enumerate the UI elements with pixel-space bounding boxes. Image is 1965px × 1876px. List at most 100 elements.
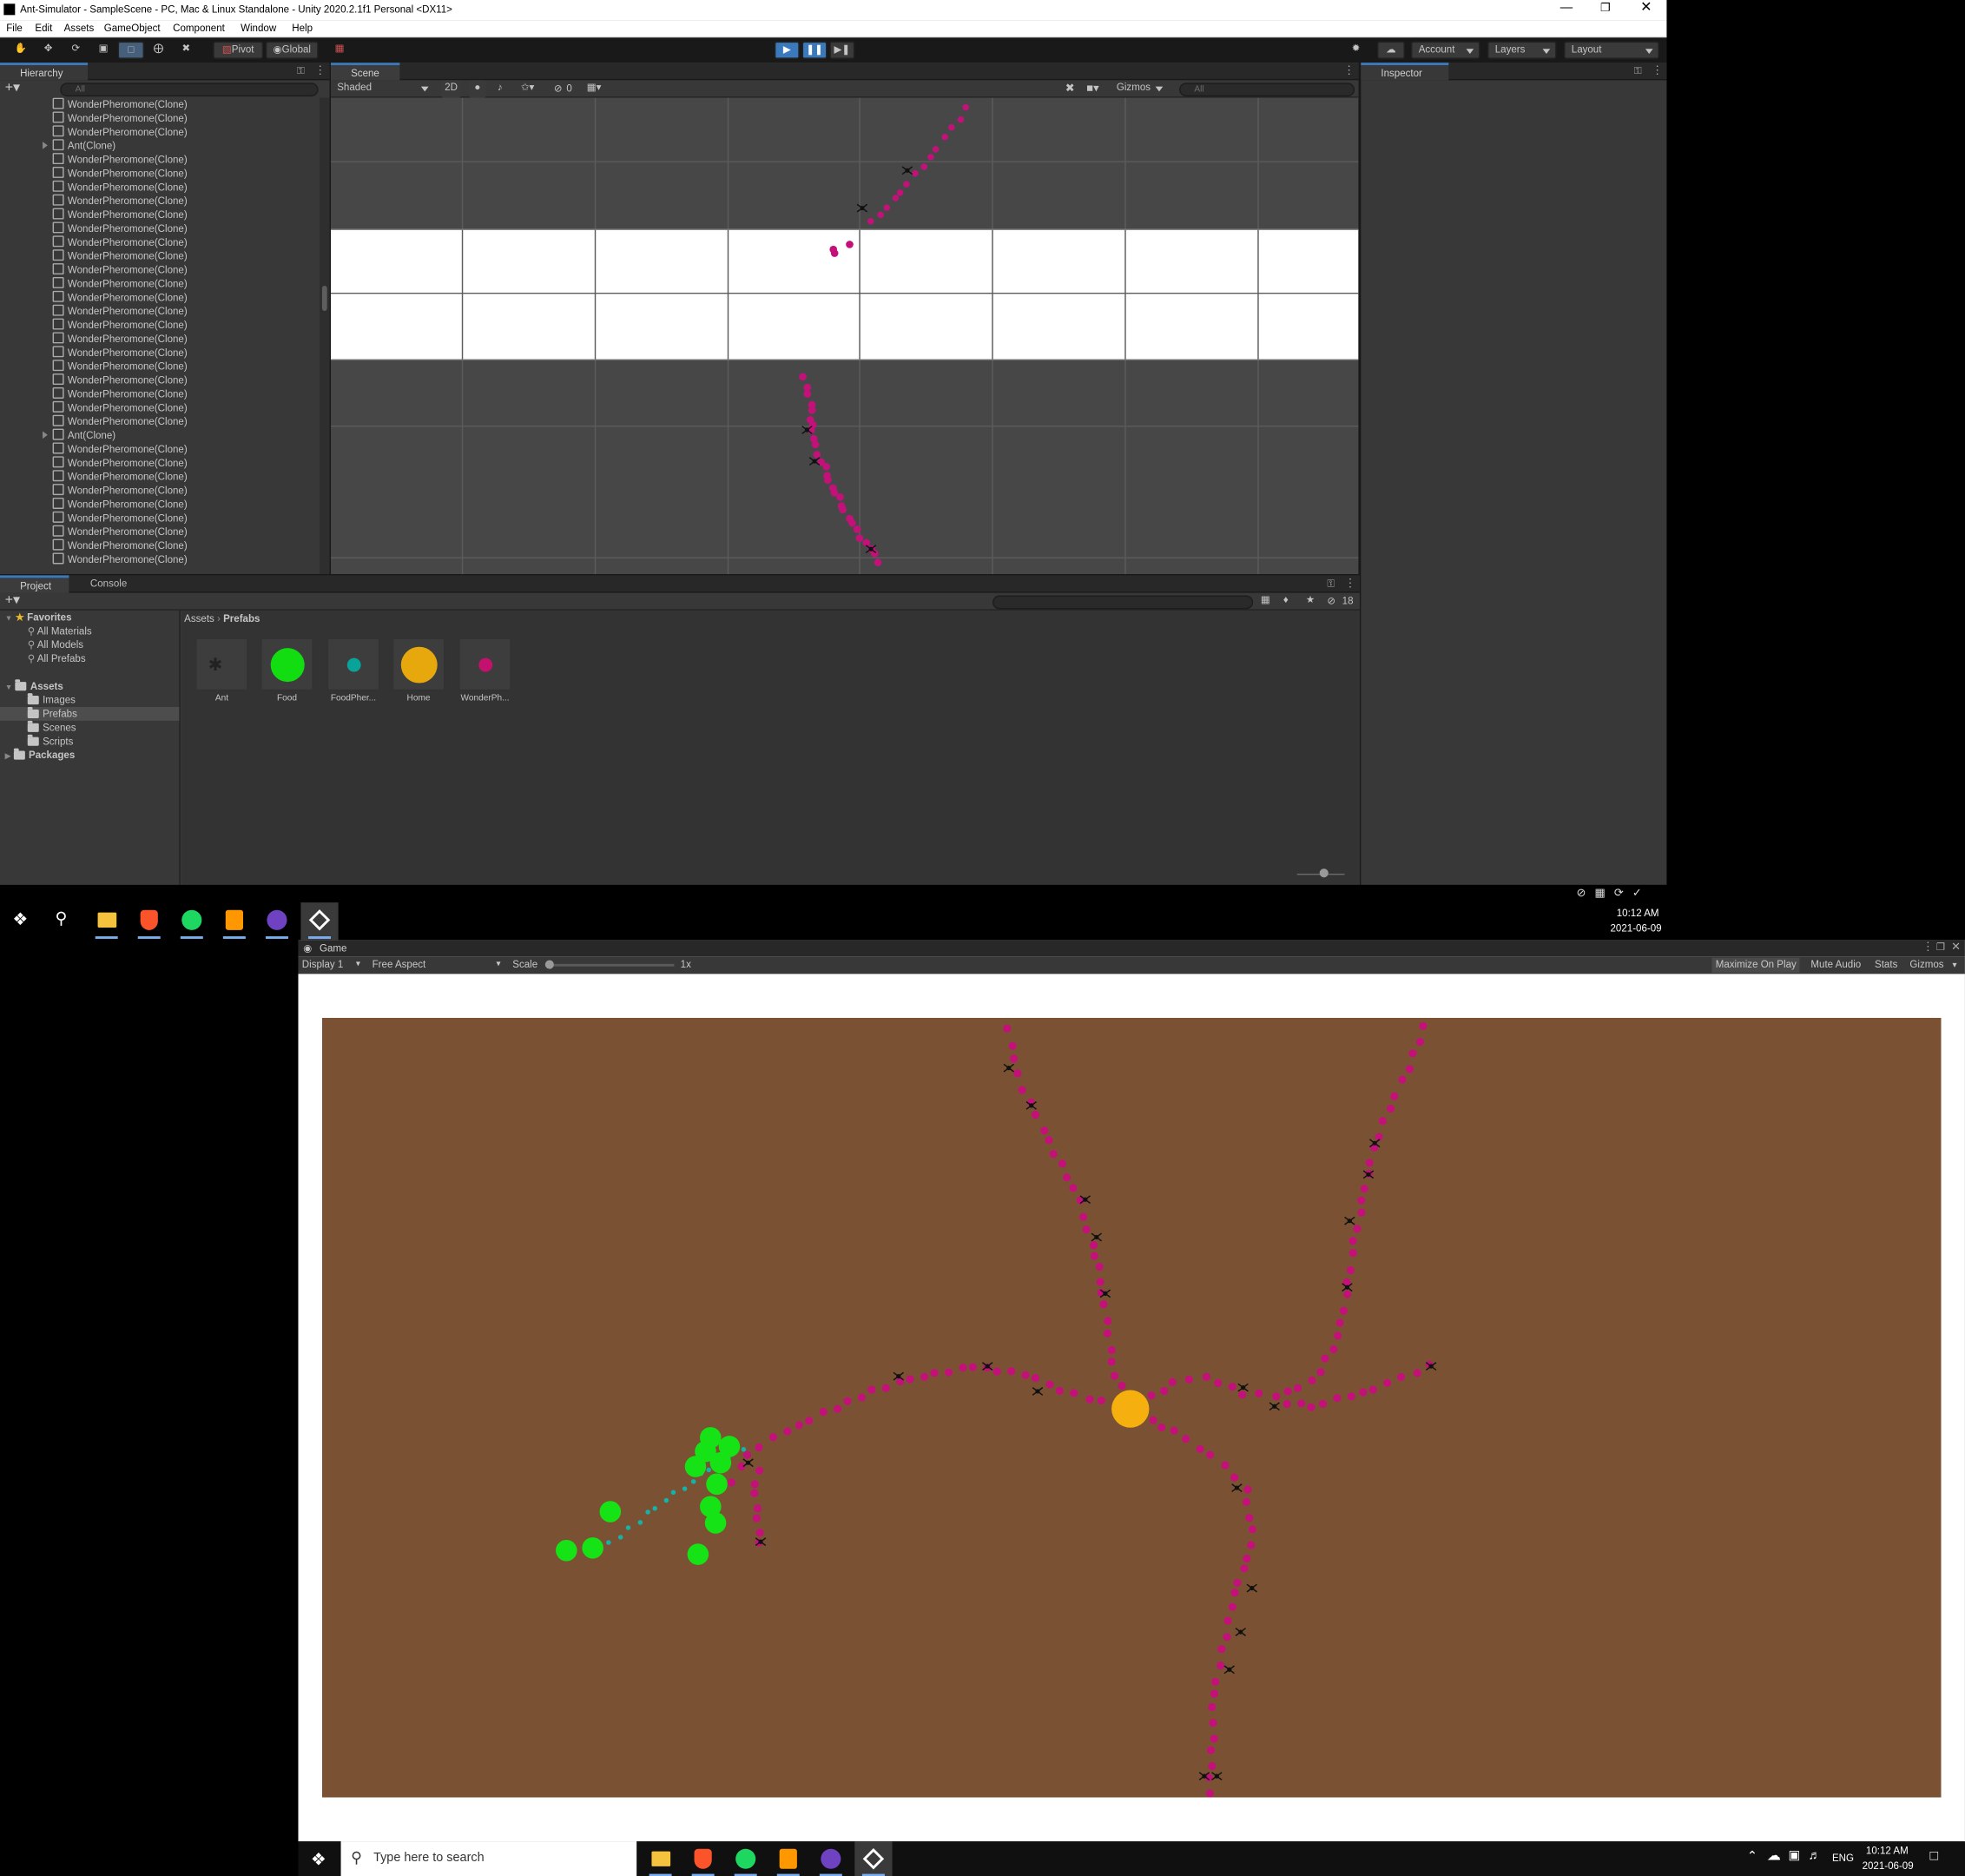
list-item[interactable]: WonderPheromone(Clone) bbox=[37, 525, 188, 539]
network-icon[interactable]: ▣ bbox=[1788, 1849, 1800, 1862]
folder-item[interactable]: Prefabs bbox=[27, 706, 77, 721]
menu-component[interactable]: Component bbox=[173, 23, 225, 34]
gizmos-toggle[interactable]: Gizmos bbox=[1906, 958, 1948, 973]
tab-inspector[interactable]: Inspector bbox=[1361, 63, 1449, 81]
add-icon[interactable]: +▾ bbox=[5, 81, 20, 96]
lock-icon[interactable]: ⚿ bbox=[1327, 578, 1335, 590]
tab-hierarchy[interactable]: Hierarchy bbox=[0, 63, 89, 81]
prefab-food[interactable] bbox=[260, 637, 313, 691]
step-button[interactable]: ▶❚ bbox=[829, 41, 855, 59]
rect-tool-icon[interactable]: □ bbox=[117, 41, 144, 59]
windows-start-icon[interactable]: ❖ bbox=[12, 910, 28, 928]
github-desktop-icon[interactable] bbox=[812, 1841, 849, 1876]
list-item[interactable]: WonderPheromone(Clone) bbox=[37, 208, 188, 222]
more-icon[interactable]: ⋮ bbox=[1922, 941, 1934, 953]
hidden-objects-icon[interactable]: ⊘ bbox=[554, 83, 563, 95]
restore-icon[interactable]: ❐ bbox=[1936, 942, 1945, 953]
more-icon[interactable]: ⋮ bbox=[1343, 64, 1355, 76]
scene-view[interactable] bbox=[331, 97, 1359, 574]
tools-icon[interactable]: ✖ bbox=[1065, 83, 1075, 94]
folder-item[interactable]: Scripts bbox=[27, 734, 73, 749]
list-item[interactable]: WonderPheromone(Clone) bbox=[37, 386, 188, 401]
mute-audio-toggle[interactable]: Mute Audio bbox=[1807, 958, 1864, 973]
stats-toggle[interactable]: Stats bbox=[1871, 958, 1902, 973]
game-tab-label[interactable]: Game bbox=[320, 943, 346, 955]
list-item[interactable]: WonderPheromone(Clone) bbox=[37, 511, 188, 525]
layers-dropdown[interactable]: Layers bbox=[1487, 41, 1557, 59]
search-icon[interactable]: ⚲ bbox=[56, 910, 68, 927]
list-item[interactable]: WonderPheromone(Clone) bbox=[37, 442, 188, 456]
cloud-icon[interactable]: ☁ bbox=[1377, 41, 1405, 59]
expand-arrow-icon[interactable]: ▼ bbox=[5, 684, 13, 692]
sublime-icon[interactable] bbox=[215, 902, 253, 940]
list-item[interactable]: WonderPheromone(Clone) bbox=[37, 235, 188, 249]
list-item[interactable]: WonderPheromone(Clone) bbox=[37, 249, 188, 263]
layout-dropdown[interactable]: Layout bbox=[1564, 41, 1659, 59]
list-item[interactable]: WonderPheromone(Clone) bbox=[37, 276, 188, 291]
hierarchy-scrollbar[interactable] bbox=[320, 97, 330, 574]
brave-icon[interactable] bbox=[684, 1841, 722, 1876]
github-desktop-icon[interactable] bbox=[258, 902, 295, 940]
onedrive-icon[interactable]: ☁ bbox=[1767, 1849, 1781, 1864]
list-item[interactable]: WonderPheromone(Clone) bbox=[37, 111, 188, 125]
prefab-ant[interactable]: ✱ bbox=[195, 637, 248, 691]
list-item[interactable]: WonderPheromone(Clone) bbox=[37, 166, 188, 181]
maximize-on-play-toggle[interactable]: Maximize On Play bbox=[1711, 957, 1801, 973]
grid-snap-icon[interactable]: ▦ bbox=[330, 42, 350, 59]
list-item[interactable]: WonderPheromone(Clone) bbox=[37, 538, 188, 553]
prefab-wonder-pheromone[interactable] bbox=[458, 637, 511, 691]
unity-app-icon[interactable] bbox=[300, 902, 339, 941]
add-icon[interactable]: +▾ bbox=[5, 593, 20, 608]
lock-icon[interactable]: ⚿ bbox=[1634, 66, 1642, 76]
hidden-packages-icon[interactable]: ⊘ bbox=[1327, 596, 1335, 607]
file-explorer-icon[interactable] bbox=[642, 1841, 679, 1876]
notifications-icon[interactable]: □ bbox=[1930, 1849, 1939, 1864]
slider-thumb[interactable] bbox=[1319, 869, 1329, 878]
volume-icon[interactable]: ♬ bbox=[1809, 1849, 1821, 1862]
filter-type-icon[interactable]: ▦ bbox=[1261, 595, 1270, 606]
list-item[interactable]: WonderPheromone(Clone) bbox=[37, 470, 188, 484]
favorites-header[interactable]: ▼ ★ Favorites bbox=[5, 611, 72, 624]
unity-app-icon[interactable] bbox=[854, 1841, 893, 1876]
pivot-toggle[interactable]: ▧Pivot bbox=[213, 41, 264, 59]
scrollbar-thumb[interactable] bbox=[321, 286, 327, 311]
list-item[interactable]: WonderPheromone(Clone) bbox=[37, 221, 188, 235]
play-button[interactable]: ▶ bbox=[774, 41, 800, 59]
close-icon[interactable]: ✕ bbox=[1951, 941, 1961, 953]
tab-console[interactable]: Console bbox=[73, 575, 148, 592]
list-item[interactable]: WonderPheromone(Clone) bbox=[37, 304, 188, 319]
audio-icon[interactable]: ♪ bbox=[491, 80, 509, 97]
brave-icon[interactable] bbox=[130, 902, 168, 940]
file-explorer-icon[interactable] bbox=[88, 902, 125, 940]
list-item[interactable]: Ant(Clone) bbox=[37, 139, 115, 153]
assets-folder[interactable]: ▼ Assets bbox=[5, 679, 63, 693]
folder-item[interactable]: Images bbox=[27, 693, 76, 707]
list-item[interactable]: WonderPheromone(Clone) bbox=[37, 290, 188, 305]
display-dropdown[interactable]: Display 1 ▾ bbox=[298, 958, 363, 973]
list-item[interactable]: WonderPheromone(Clone) bbox=[37, 456, 188, 470]
language-indicator[interactable]: ENG bbox=[1832, 1853, 1854, 1864]
hierarchy-search-input[interactable]: All bbox=[60, 83, 319, 97]
expand-arrow-icon[interactable]: ▼ bbox=[5, 616, 13, 624]
menu-window[interactable]: Window bbox=[241, 23, 276, 34]
menu-file[interactable]: File bbox=[6, 23, 23, 34]
list-item[interactable]: WonderPheromone(Clone) bbox=[37, 194, 188, 208]
custom-tool-icon[interactable]: ✖ bbox=[173, 42, 199, 59]
more-icon[interactable]: ⋮ bbox=[1345, 578, 1356, 589]
scale-tool-icon[interactable]: ▣ bbox=[90, 42, 116, 59]
minimize-icon[interactable]: — bbox=[1560, 2, 1573, 15]
account-dropdown[interactable]: Account bbox=[1411, 41, 1480, 59]
mode-2d-toggle[interactable]: 2D bbox=[441, 80, 462, 98]
taskbar-search-box[interactable]: ⚲ Type here to search bbox=[340, 1841, 637, 1876]
packages-folder[interactable]: ▶ Packages bbox=[5, 748, 76, 763]
chevron-up-icon[interactable]: ⌃ bbox=[1747, 1851, 1757, 1864]
pause-button[interactable]: ❚❚ bbox=[801, 41, 828, 59]
favorite-item[interactable]: ⚲ All Materials bbox=[28, 624, 92, 638]
menu-assets[interactable]: Assets bbox=[64, 23, 95, 34]
list-item[interactable]: WonderPheromone(Clone) bbox=[37, 484, 188, 498]
list-item[interactable]: WonderPheromone(Clone) bbox=[37, 153, 188, 167]
spotify-icon[interactable] bbox=[173, 902, 210, 940]
menu-help[interactable]: Help bbox=[292, 23, 313, 34]
favorite-item[interactable]: ⚲ All Models bbox=[28, 638, 83, 652]
collab-icon[interactable]: ✹ bbox=[1345, 42, 1368, 59]
